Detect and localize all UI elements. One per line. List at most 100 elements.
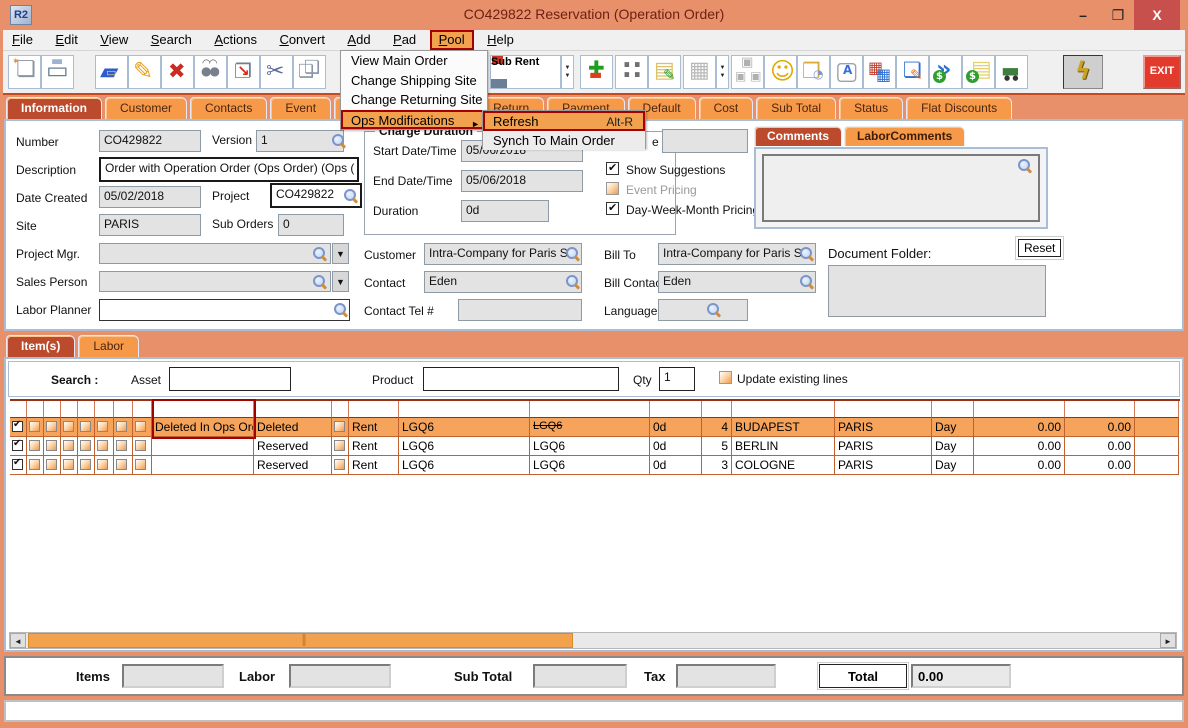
- edit-document-button[interactable]: [896, 55, 929, 89]
- row-checkbox-m[interactable]: [63, 440, 74, 451]
- cell-action[interactable]: Rent: [349, 456, 399, 475]
- tab-status[interactable]: Status: [839, 97, 903, 119]
- row-checkbox-l[interactable]: [334, 421, 345, 432]
- tab-cost[interactable]: Cost: [699, 97, 754, 119]
- table-row[interactable]: Reserved Rent LGQ6 LGQ6 0d 5 BERLIN PARI…: [10, 437, 1180, 456]
- version-search-icon[interactable]: [331, 133, 346, 148]
- sub-rent-spinner[interactable]: ▼▼: [561, 55, 574, 89]
- total-button[interactable]: Total: [819, 664, 907, 688]
- language-search-icon[interactable]: [706, 302, 721, 317]
- folder-history-button[interactable]: [797, 55, 830, 89]
- labor-planner-search-icon[interactable]: [333, 302, 348, 317]
- paste-special-button[interactable]: [227, 55, 260, 89]
- menu-pad[interactable]: Pad: [384, 30, 425, 50]
- menu-item-synch-to-main-order[interactable]: Synch To Main Order: [483, 131, 645, 151]
- col-t[interactable]: T: [10, 401, 27, 418]
- cell-month-price[interactable]: [1135, 456, 1179, 475]
- row-checkbox-i1[interactable]: [116, 459, 127, 470]
- table-row[interactable]: Reserved Rent LGQ6 LGQ6 0d 3 COLOGNE PAR…: [10, 456, 1180, 475]
- horizontal-scrollbar[interactable]: ◄ ►: [9, 632, 1177, 649]
- contact-field[interactable]: Eden: [424, 271, 582, 293]
- col-description[interactable]: Description: [530, 401, 650, 418]
- customer-search-icon[interactable]: [565, 246, 580, 261]
- update-existing-lines-checkbox[interactable]: [719, 371, 732, 384]
- cell-duration[interactable]: 0d: [650, 418, 702, 437]
- cell-unit[interactable]: Day: [932, 437, 974, 456]
- col-s[interactable]: S: [78, 401, 95, 418]
- sales-person-dropdown-arrow[interactable]: ▼: [332, 271, 349, 292]
- add-item-button[interactable]: [580, 55, 613, 89]
- cell-unit[interactable]: Day: [932, 456, 974, 475]
- col-status[interactable]: Status: [254, 401, 332, 418]
- col-day-each-price[interactable]: Day/Each Price: [974, 401, 1065, 418]
- edit-button[interactable]: [128, 55, 161, 89]
- print-button[interactable]: [41, 55, 74, 89]
- reset-button[interactable]: Reset: [1018, 239, 1061, 257]
- tab-flat-discounts[interactable]: Flat Discounts: [906, 97, 1012, 119]
- cell-qty[interactable]: 3: [702, 456, 732, 475]
- tab-labor[interactable]: Labor: [78, 335, 139, 357]
- cell-status[interactable]: Reserved: [254, 456, 332, 475]
- cell-shipping-site[interactable]: COLOGNE: [732, 456, 835, 475]
- project-search-icon[interactable]: [343, 188, 358, 203]
- row-checkbox-s[interactable]: [80, 440, 91, 451]
- col-ii[interactable]: I.I: [133, 401, 152, 418]
- row-checkbox-m[interactable]: [63, 421, 74, 432]
- save-button[interactable]: [95, 55, 128, 89]
- exit-button[interactable]: EXIT: [1143, 55, 1181, 89]
- cell-week-price[interactable]: 0.00: [1065, 418, 1135, 437]
- product-input[interactable]: [423, 367, 619, 391]
- menu-item-refresh[interactable]: Refresh Alt-R: [483, 111, 645, 131]
- cell-month-price[interactable]: [1135, 418, 1179, 437]
- payment-button[interactable]: [929, 55, 962, 89]
- sub-rent-button[interactable]: Sub Rent: [490, 55, 561, 89]
- day-week-month-pricing-checkbox[interactable]: [606, 202, 619, 215]
- cell-description[interactable]: LGQ6: [530, 418, 650, 437]
- menu-item-change-shipping-site[interactable]: Change Shipping Site: [341, 71, 487, 91]
- billing-button[interactable]: [962, 55, 995, 89]
- smiley-button[interactable]: [764, 55, 797, 89]
- cell-modifications[interactable]: Deleted In Ops Order: [152, 418, 254, 437]
- menu-help[interactable]: Help: [478, 30, 523, 50]
- row-checkbox-t[interactable]: [12, 459, 23, 470]
- col-l[interactable]: L: [332, 401, 349, 418]
- menu-pool[interactable]: Pool: [430, 30, 474, 50]
- show-suggestions-checkbox[interactable]: [606, 162, 619, 175]
- cell-returning-site[interactable]: PARIS: [835, 418, 932, 437]
- tab-customer[interactable]: Customer: [105, 97, 187, 119]
- cell-description[interactable]: LGQ6: [530, 456, 650, 475]
- tab-sub-total[interactable]: Sub Total: [756, 97, 836, 119]
- find-button[interactable]: [194, 55, 227, 89]
- menu-view[interactable]: View: [91, 30, 137, 50]
- table-row[interactable]: Deleted In Ops Order Deleted Rent LGQ6 L…: [10, 418, 1180, 437]
- col-ic[interactable]: I.C: [95, 401, 114, 418]
- col-c[interactable]: C: [27, 401, 44, 418]
- document-folder-field[interactable]: [828, 265, 1046, 317]
- cell-shipping-site[interactable]: BERLIN: [732, 437, 835, 456]
- project-mgr-field[interactable]: [99, 243, 331, 264]
- cell-month-price[interactable]: [1135, 437, 1179, 456]
- col-product-id[interactable]: Product ID: [399, 401, 530, 418]
- new-document-button[interactable]: [8, 55, 41, 89]
- row-checkbox-l[interactable]: [334, 440, 345, 451]
- asset-input[interactable]: [169, 367, 291, 391]
- col-shipping-site[interactable]: Shipping Site: [732, 401, 835, 418]
- row-checkbox-t[interactable]: [12, 440, 23, 451]
- tab-items[interactable]: Item(s): [6, 335, 75, 357]
- tab-information[interactable]: Information: [6, 97, 102, 119]
- calendar-spinner[interactable]: ▼▼: [716, 55, 729, 89]
- cell-week-price[interactable]: 0.00: [1065, 456, 1135, 475]
- sales-person-search-icon[interactable]: [312, 274, 327, 289]
- col-x[interactable]: X: [44, 401, 61, 418]
- menu-item-ops-modifications[interactable]: Ops Modifications ►: [341, 110, 487, 130]
- customer-field[interactable]: Intra-Company for Paris Sit: [424, 243, 582, 265]
- maximize-button[interactable]: ❐: [1103, 0, 1133, 30]
- menu-search[interactable]: Search: [142, 30, 201, 50]
- cell-duration[interactable]: 0d: [650, 456, 702, 475]
- end-datetime-field[interactable]: 05/06/2018: [461, 170, 583, 192]
- menu-item-change-returning-site[interactable]: Change Returning Site: [341, 90, 487, 110]
- menu-file[interactable]: File: [3, 30, 42, 50]
- lightning-button[interactable]: [1063, 55, 1103, 89]
- row-checkbox-ii[interactable]: [135, 459, 146, 470]
- tab-contacts[interactable]: Contacts: [190, 97, 267, 119]
